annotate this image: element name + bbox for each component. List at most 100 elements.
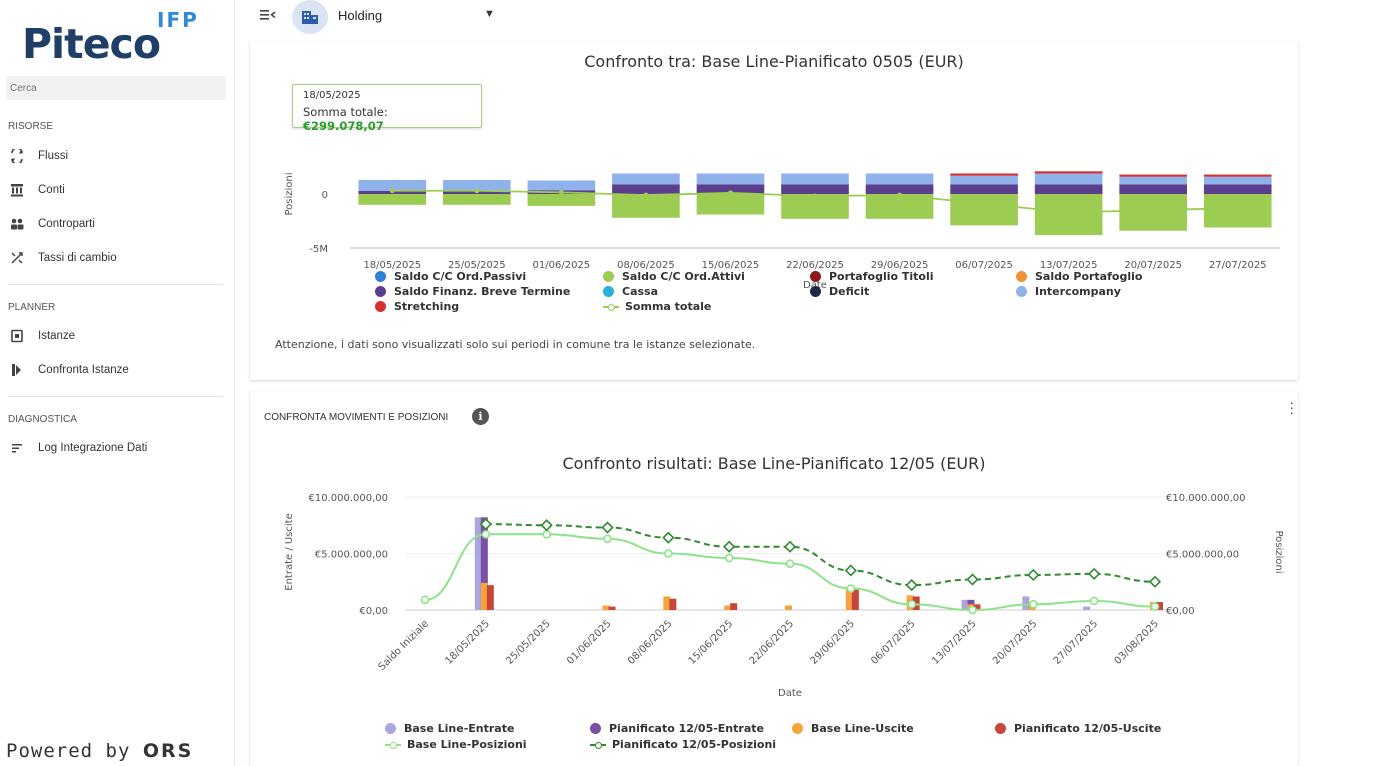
bar-saldo-c-c-ord-attivi [527,194,596,206]
legend-marker [590,723,601,734]
legend-label: Pianificato 12/05-Uscite [1014,722,1162,735]
legend-marker [603,302,619,312]
point-base-line-posizioni [968,605,977,615]
bar-intercompany [781,173,849,185]
piteco-logo[interactable]: IFP Piteco [22,8,222,68]
nav-item-conti[interactable]: Conti [8,179,223,201]
point-somma-totale [981,201,987,207]
bar-base-line-uscite [785,605,792,610]
search-input[interactable] [6,76,226,100]
legend-marker [810,271,821,282]
nav-item-flussi[interactable]: Flussi [8,145,223,167]
chart-tooltip: 18/05/2025 Somma totale: €299.078,07 [292,84,482,133]
chart2-legend: Base Line-Entrate Pianificato 12/05-Entra… [385,722,1285,762]
legend-item[interactable]: Pianificato 12/05-Uscite [995,722,1161,735]
bar-saldo-c-c-ord-attivi [358,194,427,205]
bar-base-line-uscite [663,596,671,610]
legend-item[interactable]: Cassa [603,285,658,298]
point-pianificato-12-05-posizioni [662,531,675,544]
point-somma-totale [474,188,480,194]
chart1-note: Attenzione, i dati sono visualizzati sol… [275,338,756,351]
point-pianificato-12-05-posizioni [783,540,797,553]
legend-marker [603,286,614,297]
point-base-line-posizioni [1029,600,1038,609]
chart2-title: Confronto risultati: Base Line-Pianifica… [562,454,986,473]
x-tick-label: 27/07/2025 [1052,618,1101,667]
point-base-line-posizioni [785,559,795,568]
point-somma-totale [1066,209,1072,215]
legend-item[interactable]: Pianificato 12/05-Posizioni [590,738,776,751]
x-tick-label: 25/05/2025 [504,618,553,667]
nav-item-controparti[interactable]: Controparti [8,213,223,235]
legend-item[interactable]: Base Line-Entrate [385,722,514,735]
people-icon [8,216,26,232]
bar-stretching [950,173,1018,176]
point-base-line-posizioni [542,529,551,539]
bar-stretching [1034,171,1103,174]
legend-marker [375,271,386,282]
info-icon[interactable]: i [472,408,489,425]
point-base-line-posizioni [481,529,491,539]
legend-item[interactable]: Saldo C/C Ord.Passivi [375,270,526,283]
bar-base-line-entrate [1083,606,1091,610]
entity-icon[interactable] [292,0,328,34]
entity-select[interactable]: Holding [338,8,382,23]
legend-item[interactable]: Base Line-Uscite [792,722,914,735]
sidebar: IFP Piteco RISORSE Flussi Conti Contropa… [0,0,235,766]
legend-item[interactable]: Saldo Finanz. Breve Termine [375,285,570,298]
x-tick-label: 15/06/2025 [687,618,736,667]
legend-marker [375,286,386,297]
bar-intercompany [696,173,765,185]
y-right-tick-label: €0,00 [1166,606,1195,617]
section-title-planner: PLANNER [8,302,56,313]
tooltip-value-row: Somma totale: €299.078,07 [303,105,471,133]
topbar: Holding ▼ [250,0,1298,40]
nav-item-confronta-istanze[interactable]: Confronta Istanze [8,359,223,381]
nav-item-istanze[interactable]: Istanze [8,325,223,347]
point-somma-totale [558,189,564,195]
bar-intercompany [612,173,680,185]
legend-item[interactable]: Stretching [375,300,459,313]
legend-marker [792,723,803,734]
section-title-diagnostica: DIAGNOSTICA [8,414,77,425]
y-tick-label: 0 [322,190,328,201]
legend-item[interactable]: Portafoglio Titoli [810,270,934,283]
legend-item[interactable]: Saldo Portafoglio [1016,270,1142,283]
menu-collapse-icon[interactable] [260,8,276,25]
bar-saldo-finanz-breve-termine [865,184,934,194]
legend-item[interactable]: Pianificato 12/05-Entrate [590,722,764,735]
more-vert-icon[interactable]: · · · [1289,395,1294,419]
bar-saldo-finanz-breve-termine [781,184,849,194]
point-somma-totale [897,192,903,198]
nav-item-tassi-di-cambio[interactable]: Tassi di cambio [8,247,223,269]
point-somma-totale [812,193,818,199]
legend-item[interactable]: Intercompany [1016,285,1121,298]
legend-marker [385,723,396,734]
bar-intercompany [865,173,934,185]
list-icon [8,440,26,456]
nav-label: Istanze [38,330,76,342]
point-pianificato-12-05-posizioni [540,519,553,532]
y-right-tick-label: €10.000.000,00 [1166,493,1246,504]
nav-item-log-integrazione-dati[interactable]: Log Integrazione Dati [8,437,223,459]
legend-item[interactable]: Somma totale [603,300,711,313]
chart-card-movements: CONFRONTA MOVIMENTI E POSIZIONI i · · · Co… [250,392,1298,766]
chart1-legend: Saldo C/C Ord.Passivi Saldo C/C Ord.Attiv… [375,270,1275,320]
caret-down-icon[interactable]: ▼ [484,8,495,20]
legend-item[interactable]: Base Line-Posizioni [385,738,527,751]
powered-brand: ORS [142,740,194,762]
legend-item[interactable]: Deficit [810,285,869,298]
legend-label: Base Line-Uscite [811,722,914,735]
legend-label: Pianificato 12/05-Posizioni [612,738,777,751]
legend-label: Somma totale [625,300,712,313]
bar-base-line-uscite [724,605,732,610]
point-pianificato-12-05-posizioni [1148,575,1162,588]
bar-base-line-entrate [474,517,482,610]
point-base-line-posizioni [907,600,916,609]
compare-icon [8,362,26,378]
exchange-icon [8,250,26,266]
legend-label: Saldo C/C Ord.Passivi [394,270,527,283]
legend-item[interactable]: Saldo C/C Ord.Attivi [603,270,745,283]
bar-stretching [1119,174,1187,177]
legend-marker [590,740,606,750]
